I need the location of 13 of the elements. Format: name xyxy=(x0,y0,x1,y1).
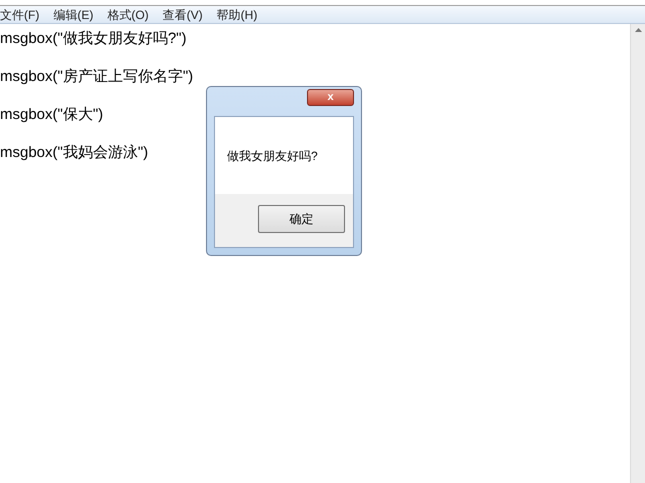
menu-item[interactable]: 查看(V) xyxy=(162,6,203,24)
dialog-message: 做我女朋友好吗? xyxy=(227,148,318,164)
code-line: msgbox("我妈会游泳") xyxy=(0,144,148,161)
code-line: msgbox("做我女朋友好吗?") xyxy=(0,30,187,47)
menu-item[interactable]: 文件(F) xyxy=(0,6,40,24)
code-line: msgbox("保大") xyxy=(0,106,104,123)
code-line: msgbox("房产证上写你名字") xyxy=(0,68,194,85)
up-arrow-icon[interactable] xyxy=(634,28,642,32)
ok-button[interactable]: 确定 xyxy=(258,205,345,233)
scrollbar[interactable] xyxy=(630,24,645,483)
menu-item[interactable]: 格式(O) xyxy=(107,6,149,24)
menu-item[interactable]: 帮助(H) xyxy=(216,6,258,24)
menu-item[interactable]: 编辑(E) xyxy=(53,6,94,24)
